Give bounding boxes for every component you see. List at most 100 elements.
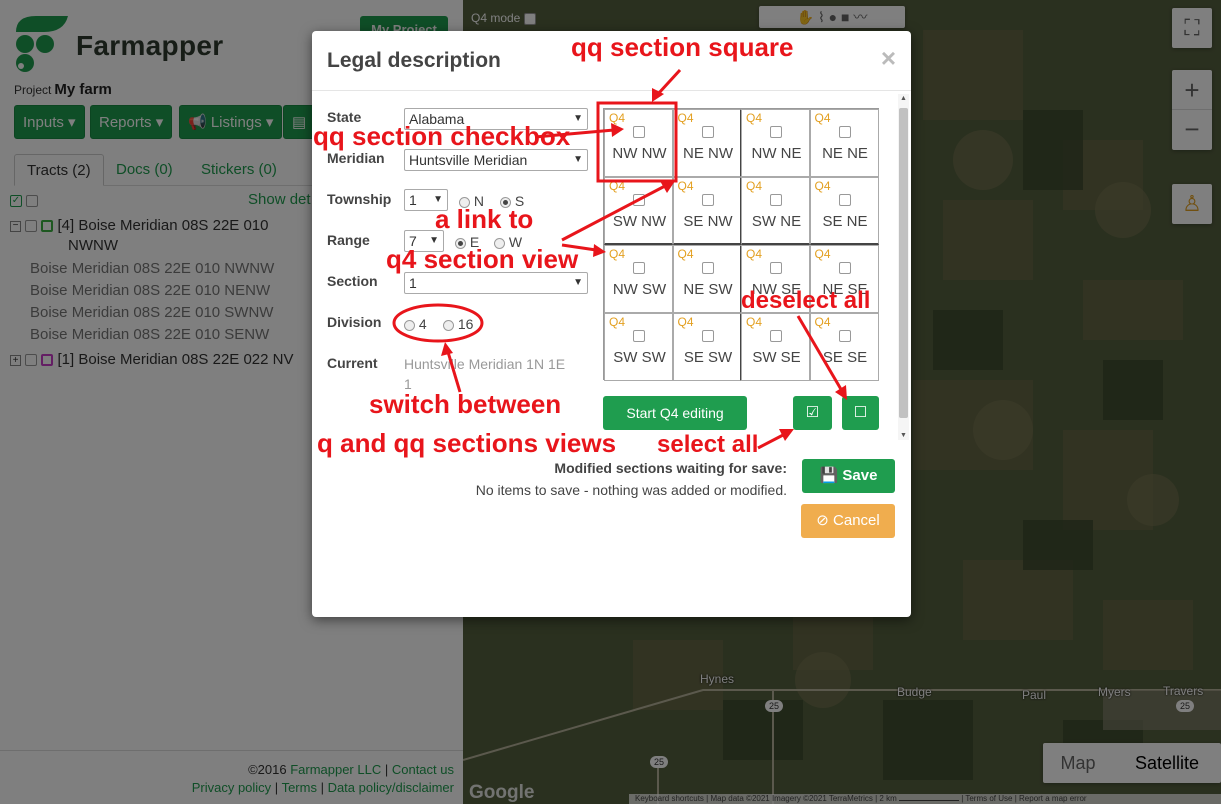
cancel-button[interactable]: ⊘ Cancel — [801, 504, 895, 538]
qq-section-checkbox[interactable] — [633, 194, 645, 206]
section-label: Section — [327, 273, 378, 289]
annotation-link-line2: q4 section view — [386, 244, 579, 274]
division-4-radio[interactable]: 4 — [404, 316, 427, 332]
qq-section-label: SE SW — [683, 349, 733, 366]
section-select[interactable]: 1 ▼ — [404, 272, 588, 294]
qq-section-label: NE NE — [822, 145, 868, 162]
qq-section-cell[interactable]: Q4 SW NE — [741, 177, 810, 245]
close-icon[interactable]: × — [881, 43, 896, 74]
q4-section-link[interactable]: Q4 — [815, 179, 831, 193]
q4-section-link[interactable]: Q4 — [815, 247, 831, 261]
q4-section-link[interactable]: Q4 — [678, 247, 694, 261]
annotation-switch-line1: switch between — [369, 389, 562, 419]
meridian-select[interactable]: Huntsville Meridian ▼ — [404, 149, 588, 171]
qq-section-cell[interactable]: Q4 SW SE — [741, 313, 810, 381]
division-label: Division — [327, 314, 382, 330]
qq-section-checkbox[interactable] — [770, 262, 782, 274]
qq-section-checkbox[interactable] — [770, 330, 782, 342]
qq-section-grid: Q4 NW NW Q4 NE NW Q4 NW NE Q4 NE NE Q4 SW NW Q4 SE … — [603, 108, 879, 381]
township-value: 1 — [409, 192, 417, 208]
q4-section-link[interactable]: Q4 — [609, 111, 625, 125]
annotation-qq-square: qq section square — [571, 32, 794, 62]
qq-section-checkbox[interactable] — [701, 194, 714, 206]
qq-section-cell[interactable]: Q4 NW SW — [604, 245, 673, 313]
qq-section-label: NE NW — [683, 145, 733, 162]
qq-section-checkbox[interactable] — [701, 330, 714, 342]
radio-16[interactable] — [443, 319, 454, 331]
q4-section-link[interactable]: Q4 — [746, 315, 762, 329]
qq-section-checkbox[interactable] — [701, 126, 714, 138]
scroll-down-icon[interactable]: ▼ — [900, 432, 907, 439]
qq-section-cell[interactable]: Q4 SW SW — [604, 313, 673, 381]
q4-section-link[interactable]: Q4 — [678, 179, 694, 193]
q4-section-link[interactable]: Q4 — [678, 111, 694, 125]
qq-section-cell[interactable]: Q4 NE NE — [809, 109, 879, 177]
qq-section-checkbox[interactable] — [838, 194, 851, 206]
qq-section-label: SW SE — [752, 349, 801, 366]
qq-section-cell[interactable]: Q4 NW NW — [604, 109, 673, 177]
qq-section-checkbox[interactable] — [838, 330, 851, 342]
q4-section-link[interactable]: Q4 — [815, 111, 831, 125]
annotation-link-line1: a link to — [435, 204, 534, 234]
q4-section-link[interactable]: Q4 — [609, 315, 625, 329]
township-label: Township — [327, 191, 392, 207]
annotation-select-all: select all — [657, 431, 759, 458]
qq-section-checkbox[interactable] — [633, 330, 645, 342]
qq-section-cell[interactable]: Q4 SE SW — [672, 313, 742, 381]
qq-section-cell[interactable]: Q4 SW NW — [604, 177, 673, 245]
radio-label: 16 — [457, 316, 474, 332]
scrollbar-thumb[interactable] — [899, 108, 908, 418]
range-label: Range — [327, 232, 370, 248]
division-16-radio[interactable]: 16 — [443, 316, 473, 332]
modal-scrollbar[interactable]: ▲ ▼ — [898, 94, 909, 440]
qq-section-cell[interactable]: Q4 SE NW — [672, 177, 742, 245]
qq-section-label: SW NE — [751, 213, 802, 230]
qq-section-label: SE NE — [822, 213, 868, 230]
qq-section-checkbox[interactable] — [633, 126, 645, 138]
deselect-all-button[interactable]: ☐ — [842, 396, 879, 430]
qq-section-checkbox[interactable] — [633, 262, 645, 274]
q4-section-link[interactable]: Q4 — [678, 315, 694, 329]
save-button[interactable]: 💾 Save — [802, 459, 895, 493]
qq-section-label: NW NW — [612, 145, 667, 162]
qq-section-checkbox[interactable] — [770, 194, 782, 206]
check-square-icon: ☑ — [805, 404, 820, 421]
q4-section-link[interactable]: Q4 — [746, 179, 762, 193]
qq-section-label: NW SW — [612, 281, 667, 298]
meridian-label: Meridian — [327, 150, 385, 166]
qq-section-label: SE SE — [822, 349, 868, 366]
annotation-qq-checkbox: qq section checkbox — [313, 121, 571, 151]
current-label: Current — [327, 355, 378, 371]
qq-section-checkbox[interactable] — [838, 126, 851, 138]
qq-section-checkbox[interactable] — [838, 262, 851, 274]
qq-section-label: SW NW — [612, 213, 667, 230]
radio-4[interactable] — [404, 319, 415, 331]
q4-section-link[interactable]: Q4 — [746, 111, 762, 125]
qq-section-label: NE SW — [683, 281, 733, 298]
qq-section-cell[interactable]: Q4 NE NW — [672, 109, 742, 177]
qq-section-checkbox[interactable] — [701, 262, 714, 274]
chevron-down-icon: ▼ — [573, 154, 583, 165]
qq-section-cell[interactable]: Q4 SE NE — [809, 177, 879, 245]
select-all-button[interactable]: ☑ — [793, 396, 832, 430]
qq-section-cell[interactable]: Q4 NE SW — [672, 245, 742, 313]
qq-section-cell[interactable]: Q4 SE SE — [809, 313, 879, 381]
annotation-deselect-all: deselect all — [741, 287, 871, 314]
start-q4-editing-button[interactable]: Start Q4 editing — [603, 396, 747, 430]
qq-section-checkbox[interactable] — [770, 126, 782, 138]
qq-section-cell[interactable]: Q4 NW NE — [741, 109, 810, 177]
qq-section-label: NW NE — [751, 145, 802, 162]
square-icon: ☐ — [853, 404, 868, 421]
q4-section-link[interactable]: Q4 — [609, 179, 625, 193]
annotation-switch-line2: q and qq sections views — [317, 428, 617, 458]
q4-section-link[interactable]: Q4 — [609, 247, 625, 261]
current-value: Huntsville Meridian 1N 1E — [404, 356, 566, 372]
radio-label: 4 — [418, 316, 427, 332]
qq-section-label: SW SW — [613, 349, 666, 366]
q4-section-link[interactable]: Q4 — [815, 315, 831, 329]
qq-section-label: SE NW — [683, 213, 733, 230]
no-items-text: No items to save - nothing was added or … — [475, 482, 787, 498]
q4-section-link[interactable]: Q4 — [746, 247, 762, 261]
modified-sections-label: Modified sections waiting for save: — [554, 460, 787, 476]
scroll-up-icon[interactable]: ▲ — [900, 95, 907, 102]
